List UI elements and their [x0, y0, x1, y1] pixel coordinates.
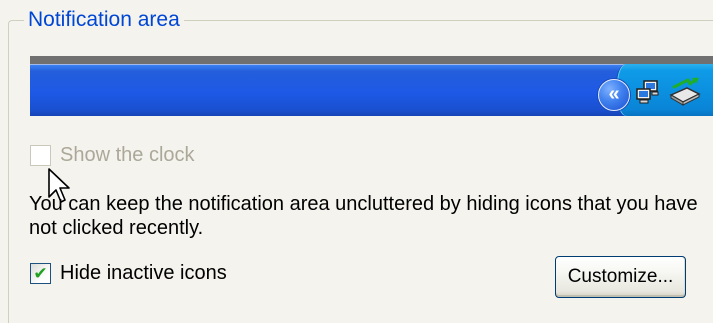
- safely-remove-hardware-icon: [669, 77, 701, 106]
- checkmark-icon: ✔: [33, 263, 48, 283]
- taskbar-top-edge: [30, 56, 713, 64]
- hide-inactive-icons-checkbox[interactable]: ✔: [30, 262, 51, 284]
- hide-inactive-option: ✔ Hide inactive icons: [30, 261, 227, 285]
- show-clock-label: Show the clock: [60, 144, 195, 166]
- network-connection-icon: [636, 80, 659, 104]
- taskbar-preview: «: [30, 56, 713, 116]
- show-hidden-icons-chevron-icon: «: [598, 79, 630, 111]
- group-title: Notification area: [24, 7, 184, 33]
- show-clock-option: Show the clock: [30, 143, 195, 167]
- customize-button[interactable]: Customize...: [555, 256, 686, 298]
- show-clock-checkbox[interactable]: [30, 144, 51, 166]
- notification-info-text: You can keep the notification area unclu…: [29, 193, 698, 239]
- hide-inactive-icons-label: Hide inactive icons: [60, 262, 227, 284]
